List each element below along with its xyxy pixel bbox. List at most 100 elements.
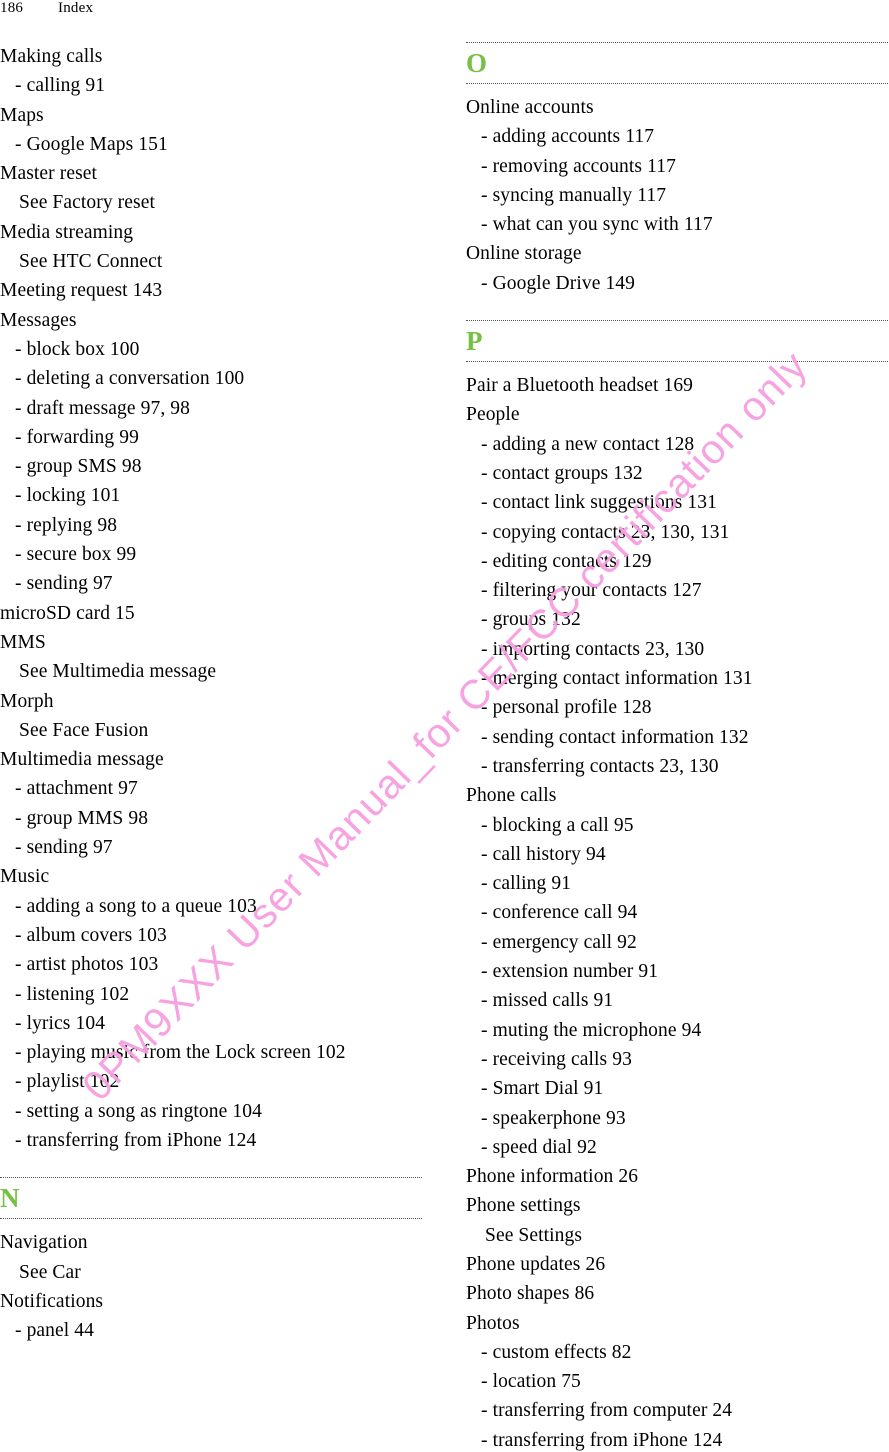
index-entry-page-number: 44: [74, 1320, 94, 1342]
index-entry-label: - calling: [481, 873, 547, 895]
index-entry-label: - emergency call: [481, 931, 613, 953]
index-entry: Media streaming: [0, 218, 434, 247]
index-entry: - album covers 103: [0, 921, 434, 950]
index-entry: - emergency call 92: [466, 928, 889, 957]
index-entry-page-number: 117: [625, 126, 655, 148]
index-entry-label: Phone calls: [466, 785, 557, 807]
index-entry: - blocking a call 95: [466, 811, 889, 840]
index-entry-page-number: 93: [612, 1048, 632, 1070]
index-entry: - sending contact information 132: [466, 723, 889, 752]
index-entry-page-number: 23, 130: [659, 755, 719, 777]
index-entry: - transferring from computer 24: [466, 1396, 889, 1425]
index-entry: - contact groups 132: [466, 459, 889, 488]
index-entry-label: Online accounts: [466, 97, 594, 118]
index-entry: Music: [0, 862, 434, 891]
index-entry: - removing accounts 117: [466, 152, 889, 181]
index-entry-label: See Multimedia message: [19, 661, 217, 683]
index-entry: - calling 91: [0, 71, 434, 100]
index-entry-label: - artist photos: [15, 954, 124, 976]
index-entry-label: - what can you sync with: [481, 214, 679, 236]
index-entry-page-number: 93: [605, 1107, 626, 1129]
index-entry-label: See Car: [19, 1261, 81, 1283]
index-entry-label: Phone settings: [466, 1195, 581, 1217]
page-header: 186 Index: [0, 0, 93, 26]
index-entry: Online storage: [466, 239, 889, 268]
index-entry-page-number: 15: [115, 602, 135, 624]
index-entry-page-number: 95: [613, 814, 634, 836]
index-entry-label: - block box: [15, 338, 105, 360]
index-entry-label: See Settings: [485, 1224, 583, 1246]
section-letter: O: [466, 48, 488, 78]
index-entry: - receiving calls 93: [466, 1045, 889, 1074]
index-entry: - personal profile 128: [466, 693, 889, 722]
index-entry: - replying 98: [0, 511, 434, 540]
index-entry-label: - draft message: [15, 397, 136, 419]
index-entry-page-number: 103: [128, 954, 159, 976]
index-entry-page-number: 149: [605, 272, 636, 294]
section-rule-bottom: [466, 361, 889, 363]
index-entry: - groups 132: [466, 605, 889, 634]
index-entry-page-number: 101: [90, 485, 121, 507]
index-entry-label: Online storage: [466, 243, 582, 265]
index-entry-page-number: 24: [712, 1400, 733, 1422]
index-entry-label: - editing contacts: [481, 550, 618, 572]
index-columns: Making calls - calling 91 Maps - Google Maps…: [0, 42, 889, 1452]
index-entry-label: Phone information: [466, 1166, 614, 1188]
index-entry: - custom effects 82: [466, 1338, 889, 1367]
index-entry-page-number: 131: [687, 492, 717, 514]
index-entry-label: - adding a new contact: [481, 433, 660, 455]
section-rule-top: [466, 320, 889, 322]
index-entry-label: Photo shapes: [466, 1283, 570, 1305]
index-entry-label: Messages: [0, 309, 77, 331]
index-entry-label: - location: [481, 1371, 557, 1393]
index-entry: Making calls: [0, 42, 434, 71]
index-entry: - filtering your contacts 127: [466, 576, 889, 605]
right-column-section-p-entries: Pair a Bluetooth headset 169 People - addin…: [466, 371, 889, 1452]
index-entry-label: - Google Maps: [15, 133, 134, 155]
index-entry-label: - personal profile: [481, 697, 618, 719]
index-entry-label: - attachment: [15, 778, 114, 800]
index-entry-page-number: 97: [92, 837, 113, 859]
index-entry-page-number: 98: [128, 807, 149, 829]
index-entry: See Multimedia message: [0, 657, 434, 686]
index-entry: - transferring from iPhone 124: [466, 1426, 889, 1452]
index-entry-page-number: 75: [561, 1371, 581, 1393]
section-heading-o: O: [466, 42, 889, 84]
index-entry-label: - transferring from computer: [481, 1400, 708, 1422]
index-entry: - missed calls 91: [466, 986, 889, 1015]
index-entry-page-number: 100: [109, 338, 140, 360]
index-entry: - playing music from the Lock screen 102: [0, 1038, 434, 1067]
index-entry-label: - transferring contacts: [481, 755, 655, 777]
index-entry: - forwarding 99: [0, 423, 434, 452]
index-entry-page-number: 103: [137, 924, 167, 946]
index-entry: People: [466, 400, 889, 429]
index-entry-label: - transferring from iPhone: [481, 1429, 688, 1451]
index-entry-label: - sending: [15, 573, 88, 595]
index-entry: - transferring contacts 23, 130: [466, 752, 889, 781]
index-entry-label: - listening: [15, 983, 95, 1005]
index-entry-label: - call history: [481, 843, 581, 865]
index-entry-page-number: 103: [227, 895, 257, 917]
index-entry: Phone updates 26: [466, 1250, 889, 1279]
index-entry: - adding accounts 117: [466, 122, 889, 151]
index-entry-page-number: 92: [577, 1136, 597, 1158]
index-entry-label: - lyrics: [15, 1012, 71, 1034]
section-letter: N: [0, 1183, 20, 1214]
index-entry-page-number: 104: [232, 1100, 262, 1122]
index-entry: - importing contacts 23, 130: [466, 635, 889, 664]
left-column-section-n-entries: Navigation See Car Notifications - panel 44: [0, 1228, 434, 1345]
index-entry-page-number: 91: [583, 1078, 604, 1100]
index-entry-label: Navigation: [0, 1232, 88, 1254]
section-rule-top: [0, 1177, 422, 1179]
index-entry-page-number: 98: [97, 514, 118, 536]
index-entry: - group SMS 98: [0, 452, 434, 481]
index-entry-label: - adding accounts: [481, 126, 621, 148]
section-letter: P: [466, 326, 483, 357]
index-entry-label: - deleting a conversation: [15, 368, 210, 390]
index-page: 186 Index Making calls - calling 91 Maps - G…: [0, 0, 889, 1452]
index-entry-label: microSD card: [0, 602, 111, 624]
right-column: O Online accounts - adding accounts 117- r…: [466, 42, 889, 1452]
index-entry: - what can you sync with 117: [466, 210, 889, 239]
index-entry: - Smart Dial 91: [466, 1074, 889, 1103]
index-entry-page-number: 99: [119, 426, 139, 448]
